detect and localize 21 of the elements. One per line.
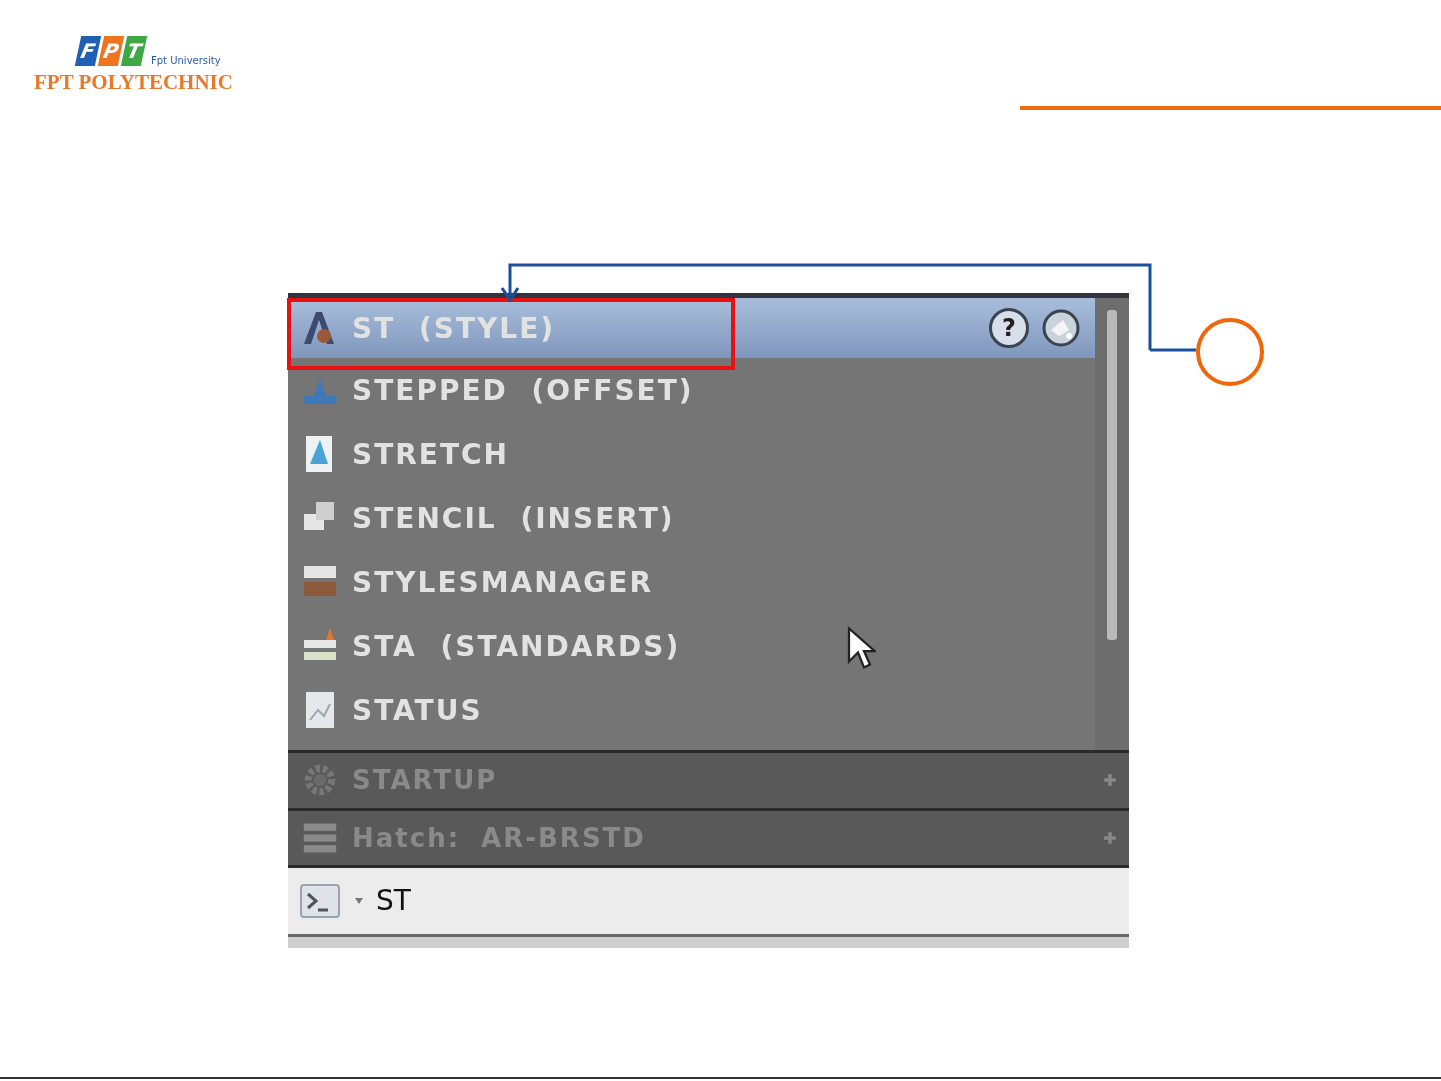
command-item[interactable]: STYLESMANAGER [288,550,1095,614]
plus-icon[interactable] [1103,773,1117,788]
command-input-field[interactable]: ST [288,865,1129,934]
command-item[interactable]: STATUS [288,678,1095,742]
logo-letter: P [97,36,125,66]
school-name: FPT POLYTECHNIC [34,70,233,95]
globe-icon[interactable] [1041,308,1081,348]
caret-icon[interactable] [354,896,364,905]
prompt-icon[interactable] [300,883,340,918]
command-item[interactable]: STA (STANDARDS) [288,614,1095,678]
command-item[interactable]: STRETCH [288,422,1095,486]
command-item[interactable]: STENCIL (INSERT) [288,486,1095,550]
command-item[interactable]: ST (STYLE) ? [288,298,1095,358]
logo-letter: F [74,36,102,66]
command-item[interactable]: STEPPED (OFFSET) [288,358,1095,422]
help-button[interactable]: ? [989,308,1029,348]
university-name: Fpt University [151,55,221,66]
logo-letter: T [120,36,148,66]
plus-icon[interactable] [1103,831,1117,845]
mouse-pointer-icon [846,624,876,672]
scrollbar-thumb[interactable] [1107,310,1117,640]
